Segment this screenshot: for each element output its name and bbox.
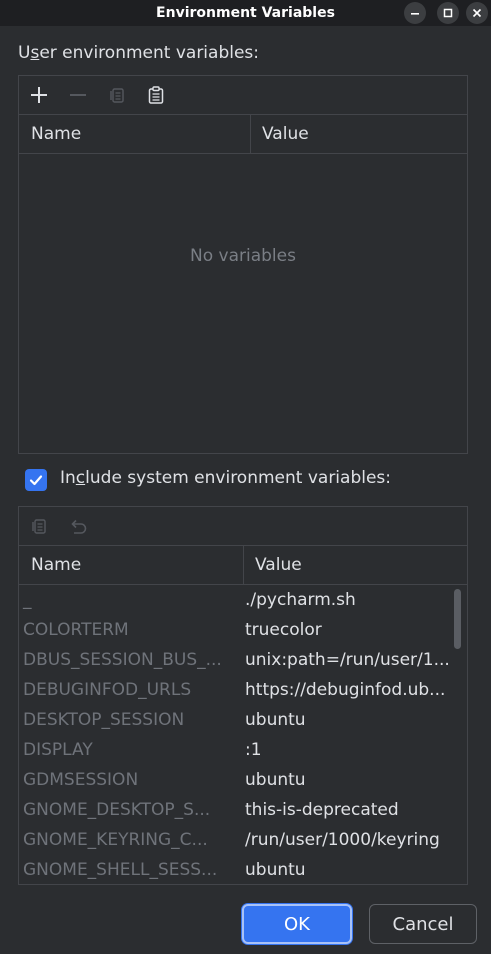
variable-name: DISPLAY [23,740,93,760]
variable-name: DESKTOP_SESSION [23,710,185,730]
variable-value: /run/user/1000/keyring [245,830,440,850]
copy-icon [110,88,124,103]
variable-value: :1 [245,740,262,760]
remove-icon [70,94,86,96]
system-variables-table[interactable]: _ ./pycharm.sh COLORTERM truecolor DBUS_SESS… [19,585,467,885]
system-column-value[interactable]: Value [244,546,302,584]
add-variable-button[interactable] [25,81,53,109]
copy-icon [32,519,46,534]
table-row[interactable]: DISPLAY :1 [19,735,467,765]
empty-table-text: No variables [190,246,296,266]
variable-value: ./pycharm.sh [245,590,356,610]
variable-value: ubuntu [245,770,306,790]
variable-value: ubuntu [245,860,306,880]
minimize-icon [411,13,419,15]
variable-name: DEBUGINFOD_URLS [23,680,192,700]
user-column-name[interactable]: Name [19,115,251,153]
variable-name: _ [23,590,32,610]
system-variables-toolbar [19,507,467,546]
paste-variable-button[interactable] [142,81,170,109]
system-column-name[interactable]: Name [19,546,244,584]
maximize-button[interactable] [437,2,459,24]
add-icon [31,87,47,103]
variable-name: COLORTERM [23,620,129,640]
table-row[interactable]: GNOME_SHELL_SESS... ubuntu [19,855,467,885]
user-variables-panel: Name Value No variables [18,75,468,454]
variable-value: truecolor [245,620,322,640]
table-row[interactable]: GNOME_DESKTOP_S... this-is-deprecated [19,795,467,825]
undo-icon [71,519,87,534]
variable-value: unix:path=/run/user/1... [245,650,450,670]
table-row[interactable]: DESKTOP_SESSION ubuntu [19,705,467,735]
table-scrollbar[interactable] [454,589,461,649]
variable-value: https://debuginfod.ub... [245,680,446,700]
undo-button[interactable] [64,512,92,540]
close-button[interactable] [466,2,488,24]
checkmark-icon [29,475,43,486]
table-row[interactable]: _ ./pycharm.sh [19,585,467,615]
copy-system-variable-button[interactable] [25,512,53,540]
user-column-value[interactable]: Value [251,115,309,153]
variable-value: this-is-deprecated [245,800,399,820]
variable-name: DBUS_SESSION_BUS_... [23,650,222,670]
paste-icon [148,86,164,104]
table-row[interactable]: GDMSESSION ubuntu [19,765,467,795]
variable-value: ubuntu [245,710,306,730]
copy-variable-button[interactable] [103,81,131,109]
system-table-header: Name Value [19,546,467,585]
table-row[interactable]: DEBUGINFOD_URLS https://debuginfod.ub... [19,675,467,705]
variable-name: GNOME_DESKTOP_S... [23,800,211,820]
table-row[interactable]: COLORTERM truecolor [19,615,467,645]
title-bar: Environment Variables [0,0,491,26]
include-system-label[interactable]: Include system environment variables: [60,468,391,488]
close-icon [472,8,482,18]
table-row[interactable]: DBUS_SESSION_BUS_... unix:path=/run/user/… [19,645,467,675]
include-system-checkbox[interactable] [25,469,47,491]
variable-name: GNOME_SHELL_SESS... [23,860,218,880]
environment-variables-dialog: Environment Variables User environment v… [0,0,491,954]
user-variables-label: User environment variables: [18,43,260,63]
cancel-button[interactable]: Cancel [369,904,477,944]
table-row[interactable]: GNOME_KEYRING_C... /run/user/1000/keyring [19,825,467,855]
variable-name: GDMSESSION [23,770,139,790]
user-variables-toolbar [19,76,467,115]
user-table-header: Name Value [19,115,467,154]
window-title: Environment Variables [156,5,335,21]
remove-variable-button[interactable] [64,81,92,109]
variable-name: GNOME_KEYRING_C... [23,830,208,850]
ok-button[interactable]: OK [242,904,352,944]
system-variables-panel: Name Value _ ./pycharm.sh COLORTERM truecol… [18,506,468,885]
maximize-icon [443,8,453,18]
minimize-button[interactable] [404,2,426,24]
